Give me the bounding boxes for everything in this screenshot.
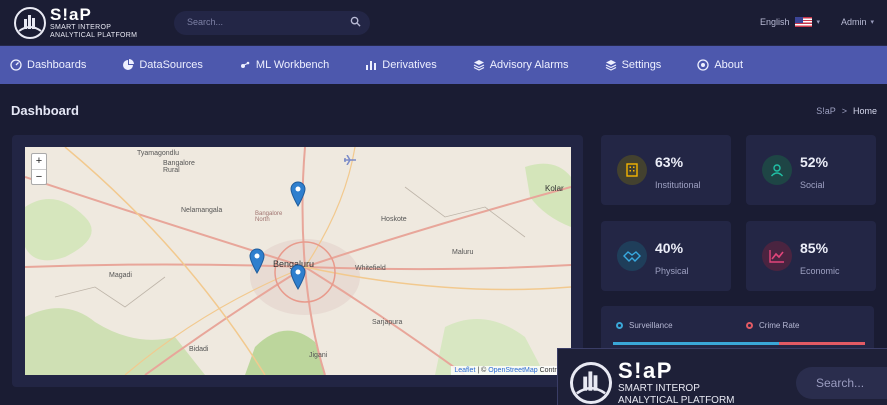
overlay-brand-logo[interactable]: S!aP SMART INTEROP ANALYTICAL PLATFORM <box>570 360 735 405</box>
map-label: Whitefield <box>355 265 386 272</box>
language-label: English <box>760 17 790 27</box>
map-attribution: Leaflet | © OpenStreetMap Contribut <box>451 366 571 375</box>
nav-label: ML Workbench <box>255 59 330 71</box>
map-label: Tyamagondlu <box>137 150 180 157</box>
legend-dot-icon <box>616 322 623 329</box>
nav-ml-workbench[interactable]: ML Workbench <box>239 59 329 71</box>
nav-label: Advisory Alarms <box>489 59 569 71</box>
nav-derivatives[interactable]: Derivatives <box>365 59 437 71</box>
nav-label: Dashboards <box>27 59 87 71</box>
map-label: Hoskote <box>381 216 407 223</box>
breadcrumb: S!aP > Home <box>816 106 877 116</box>
nav-label: About <box>714 59 744 71</box>
us-flag-icon <box>794 17 812 27</box>
nav-advisory-alarms[interactable]: Advisory Alarms <box>473 59 569 71</box>
brand-subtitle-1: SMART INTEROP <box>50 24 112 31</box>
top-bar: S!aP SMART INTEROP ANALYTICAL PLATFORM S… <box>0 0 887 46</box>
nav-label: DataSources <box>139 59 203 71</box>
brand-subtitle-2: ANALYTICAL PLATFORM <box>50 32 138 39</box>
search-input[interactable]: Search... <box>174 11 370 35</box>
legend-item-crime-rate[interactable]: Crime Rate <box>746 321 799 330</box>
main-nav: Dashboards DataSources ML Workbench Deri… <box>0 46 887 84</box>
chevron-down-icon: ▾ <box>870 19 875 26</box>
legend-item-surveillance[interactable]: Surveillance <box>616 321 673 330</box>
nav-datasources[interactable]: DataSources <box>122 59 203 71</box>
stat-value: 52% <box>800 154 829 170</box>
map-marker-icon[interactable] <box>249 248 265 274</box>
map-label: Sarjapura <box>372 319 403 326</box>
map-label: Jigani <box>309 352 328 359</box>
stat-card-social: 52% Social <box>746 135 876 205</box>
stat-label: Economic <box>800 266 840 276</box>
nav-label: Settings <box>621 59 662 71</box>
nav-label: Derivatives <box>382 59 437 71</box>
bar-chart-icon <box>366 61 377 70</box>
zoom-out-button[interactable]: − <box>32 169 46 184</box>
map-label: Kolar <box>545 184 564 193</box>
airport-icon <box>344 155 356 165</box>
stat-value: 85% <box>800 240 829 256</box>
zoom-control: + − <box>31 153 47 185</box>
breadcrumb-current: Home <box>852 106 877 116</box>
stat-card-institutional: 63% Institutional <box>601 135 731 205</box>
layers-icon <box>473 60 484 71</box>
crime-rate-bar <box>779 342 865 345</box>
user-icon <box>762 155 792 185</box>
zoomed-header-overlay: S!aP SMART INTEROP ANALYTICAL PLATFORM S… <box>557 348 887 405</box>
brand-logo[interactable]: S!aP SMART INTEROP ANALYTICAL PLATFORM <box>14 6 137 39</box>
building-icon <box>617 155 647 185</box>
dashboard-icon <box>10 59 22 71</box>
stat-value: 63% <box>655 154 684 170</box>
map-label: Bangalore Rural <box>163 160 195 174</box>
map-label: Maluru <box>452 249 474 256</box>
map-label: Bidadi <box>189 346 209 353</box>
overlay-brand-subtitle-1: SMART INTEROP <box>618 383 700 394</box>
stat-label: Social <box>800 180 825 190</box>
stat-label: Institutional <box>655 180 701 190</box>
breadcrumb-root[interactable]: S!aP <box>816 106 836 116</box>
nav-settings[interactable]: Settings <box>605 59 662 71</box>
overlay-brand-subtitle-2: ANALYTICAL PLATFORM <box>618 395 735 405</box>
legend-label: Crime Rate <box>759 321 800 330</box>
surveillance-bar <box>613 342 779 345</box>
overlay-search-input[interactable]: Search... <box>796 367 887 399</box>
zoom-in-button[interactable]: + <box>32 154 46 169</box>
stat-card-physical: 40% Physical <box>601 221 731 291</box>
legend-label: Surveillance <box>629 321 673 330</box>
settings-layers-icon <box>605 60 616 71</box>
ml-icon <box>240 61 250 68</box>
stat-label: Physical <box>655 266 689 276</box>
brand-title: S!aP <box>50 5 92 24</box>
page-title: Dashboard <box>11 103 79 118</box>
map-view[interactable]: + − Tyamagondlu Bangalore Rural Nelamang… <box>25 147 571 375</box>
logo-mark-icon <box>570 362 612 404</box>
nav-about[interactable]: About <box>697 59 743 71</box>
map-marker-icon[interactable] <box>290 181 306 207</box>
map-label: Nelamangala <box>181 207 223 214</box>
legend-dot-icon <box>746 322 753 329</box>
leaflet-link[interactable]: Leaflet <box>454 367 475 374</box>
breadcrumb-separator: > <box>841 106 847 116</box>
logo-mark-icon <box>14 6 46 39</box>
stat-value: 40% <box>655 240 684 256</box>
search-placeholder: Search... <box>187 17 224 27</box>
handshake-icon <box>617 241 647 271</box>
user-menu[interactable]: Admin ▾ <box>841 17 874 27</box>
nav-dashboards[interactable]: Dashboards <box>10 59 86 71</box>
info-icon <box>697 59 709 71</box>
pie-chart-icon <box>123 59 135 70</box>
overlay-brand-title: S!aP <box>618 358 673 383</box>
map-label: Bangalore North <box>255 211 283 223</box>
overlay-search-placeholder: Search... <box>816 376 865 390</box>
stat-card-economic: 85% Economic <box>746 221 876 291</box>
attribution-separator: | © <box>475 367 489 374</box>
search-icon[interactable] <box>350 16 361 27</box>
user-name: Admin <box>841 17 867 27</box>
osm-link[interactable]: OpenStreetMap <box>488 367 537 374</box>
language-selector[interactable]: English ▾ <box>760 17 820 27</box>
trend-chart-icon <box>762 241 792 271</box>
chevron-down-icon: ▾ <box>816 19 821 26</box>
map-label: Magadi <box>109 272 132 279</box>
map-marker-icon[interactable] <box>290 264 306 290</box>
